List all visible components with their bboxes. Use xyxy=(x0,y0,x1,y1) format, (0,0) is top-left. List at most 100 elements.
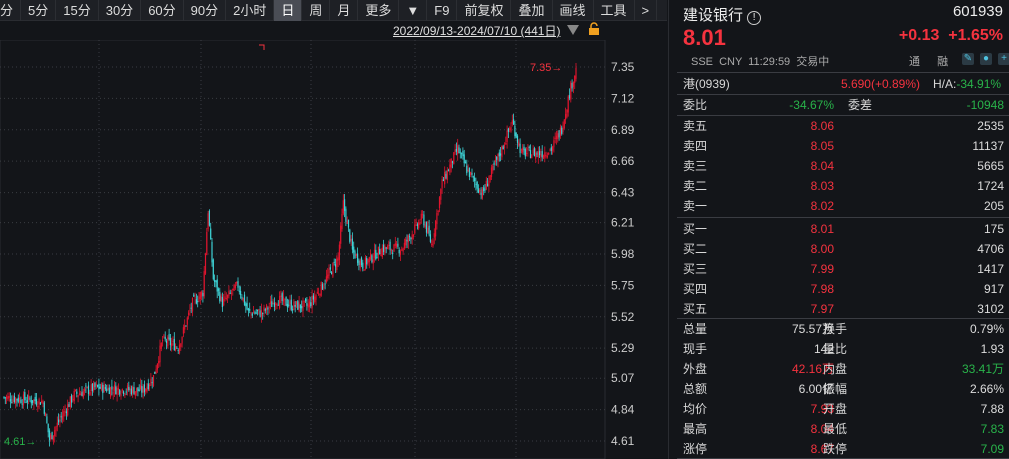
y-tick-label: 4.61 xyxy=(611,434,635,448)
y-tick-label: 5.07 xyxy=(611,371,635,385)
info-icon[interactable]: ! xyxy=(747,11,762,25)
bid-row: 买三 7.99 1417 xyxy=(669,259,1009,279)
candle-body xyxy=(86,387,88,389)
level-label: 卖四 xyxy=(683,139,708,153)
candle-body xyxy=(11,401,13,403)
ask-volume: 5665 xyxy=(977,159,1004,173)
toolbar-item[interactable]: 2小时 xyxy=(226,0,275,21)
candle-body xyxy=(360,257,363,266)
toolbar-item[interactable]: 分 xyxy=(0,0,22,21)
toolbar-item[interactable]: 画线 xyxy=(553,0,594,21)
toolbar-item[interactable]: > xyxy=(635,0,658,21)
stock-code: 601939 xyxy=(952,3,1003,20)
candle-body xyxy=(366,258,368,265)
candle-body xyxy=(206,231,208,256)
candle-body xyxy=(414,224,416,234)
price-change: +0.13 +1.65% xyxy=(898,27,1003,44)
candle-body xyxy=(233,284,235,291)
toolbar-item[interactable]: 叠加 xyxy=(511,0,553,21)
candle-body xyxy=(201,291,203,296)
date-range-label[interactable]: 2022/09/13-2024/07/10 (441日) xyxy=(393,22,560,39)
add-icon[interactable]: + xyxy=(998,53,1009,65)
candle-body xyxy=(99,386,101,389)
bid-row: 买二 8.00 4706 xyxy=(669,239,1009,259)
marker-icon xyxy=(259,44,265,50)
candle-body xyxy=(214,279,216,282)
candle-body xyxy=(267,308,269,310)
candle-body xyxy=(397,243,399,247)
candle-body xyxy=(496,156,498,160)
candle-body xyxy=(106,388,108,392)
candle-body xyxy=(385,247,387,249)
candle-body xyxy=(289,301,291,305)
candle-body xyxy=(262,313,264,315)
candle-body xyxy=(7,396,9,400)
candle-body xyxy=(171,343,173,347)
candle-body xyxy=(419,222,421,224)
candle-body xyxy=(536,153,538,155)
toolbar-item[interactable]: 90分 xyxy=(184,0,227,21)
candle-body xyxy=(405,239,407,246)
toolbar-item[interactable]: 周 xyxy=(302,0,331,21)
bid-row: 买一 8.01 175 xyxy=(669,219,1009,239)
candle-body xyxy=(228,291,230,296)
candle-body xyxy=(485,180,487,190)
level-label: 买三 xyxy=(683,262,708,276)
candle-body xyxy=(415,221,417,224)
candle-body xyxy=(337,257,339,261)
candle-body xyxy=(169,337,171,346)
candle-body xyxy=(367,259,369,264)
lock-icon[interactable] xyxy=(589,22,599,35)
candle-body xyxy=(237,281,239,288)
candle-body xyxy=(80,393,82,396)
candle-body xyxy=(370,253,372,260)
toolbar-item[interactable]: 15分 xyxy=(56,0,99,21)
y-tick-label: 6.21 xyxy=(611,216,635,230)
candle-body xyxy=(516,135,519,143)
toolbar-item[interactable]: 日 xyxy=(274,0,303,21)
toolbar-item[interactable]: 月 xyxy=(330,0,359,21)
candle-body xyxy=(165,340,168,343)
edit-icon[interactable]: ✎ xyxy=(962,53,974,65)
range-dropdown-icon[interactable] xyxy=(567,25,579,35)
candle-body xyxy=(55,426,57,431)
candle-body xyxy=(500,153,502,156)
toolbar-item[interactable]: 工具 xyxy=(594,0,635,21)
candlestick-chart[interactable]: 7.35 7.12 6.89 6.66 6.43 6.21 5.98 5.75 5.52 5.29… xyxy=(0,40,667,459)
candle-body xyxy=(492,165,494,171)
candle-body xyxy=(15,398,17,404)
candle-body xyxy=(347,219,350,228)
toolbar-item[interactable]: F9 xyxy=(427,0,458,21)
candle-body xyxy=(230,292,233,294)
bell-icon[interactable]: ● xyxy=(980,53,992,65)
candle-body xyxy=(418,222,420,229)
candle-body xyxy=(175,346,177,351)
candle-body xyxy=(350,239,352,241)
candle-body xyxy=(364,257,366,270)
stat-label: 最低 xyxy=(823,422,848,436)
candle-body xyxy=(268,306,270,308)
candle-body xyxy=(297,300,299,310)
candle-body xyxy=(108,387,110,395)
candle-body xyxy=(532,149,534,154)
candle-body xyxy=(357,253,359,263)
candle-body xyxy=(203,271,205,297)
toolbar-item[interactable]: 60分 xyxy=(141,0,184,21)
candle-body xyxy=(24,392,26,401)
candle-body xyxy=(154,371,156,374)
quote-panel: 建设银行 ! 601939 8.01 +0.13 +1.65% SSE CNY … xyxy=(668,0,1009,459)
candle-body xyxy=(466,165,468,174)
toolbar-item[interactable]: 更多 xyxy=(358,0,400,21)
toolbar-item[interactable]: ▼ xyxy=(399,0,428,21)
toolbar-item[interactable]: 5分 xyxy=(21,0,57,21)
candle-body xyxy=(389,241,391,251)
candle-body xyxy=(353,246,355,253)
candle-body xyxy=(503,144,506,149)
candle-body xyxy=(286,303,288,308)
toolbar-item[interactable]: 30分 xyxy=(99,0,142,21)
candle-body xyxy=(546,155,548,158)
candle-body xyxy=(383,244,385,252)
toolbar-item[interactable]: 前复权 xyxy=(457,0,512,21)
stat-label: 换手 xyxy=(823,322,848,336)
level-label: 卖一 xyxy=(683,199,708,213)
